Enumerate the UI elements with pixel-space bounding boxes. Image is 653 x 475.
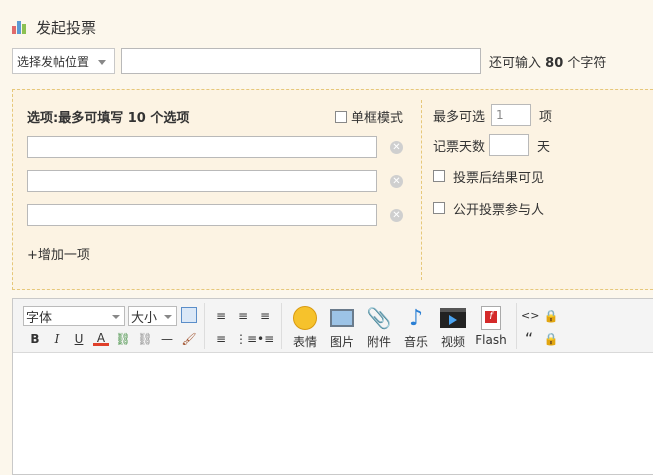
chevron-down-icon <box>98 60 106 65</box>
add-option-link[interactable]: +增加一项 <box>27 244 90 263</box>
format-brush-icon[interactable]: 🖌 <box>181 331 197 347</box>
flash-label: Flash <box>475 333 507 347</box>
video-label: 视频 <box>440 335 465 349</box>
post-position-select-label: 选择发帖位置 <box>17 54 90 69</box>
image-icon <box>324 305 360 331</box>
days-unit: 天 <box>537 139 551 155</box>
chevron-down-icon <box>112 315 120 319</box>
public-voters-toggle[interactable]: 公开投票参与人 <box>433 197 544 219</box>
option-input-2[interactable] <box>27 170 377 192</box>
align-left-icon[interactable]: ≡ <box>213 308 229 324</box>
subject-input[interactable] <box>121 48 481 74</box>
flash-icon: f <box>472 305 510 331</box>
underline-button[interactable]: U <box>71 331 87 347</box>
attachment-label: 附件 <box>366 335 391 349</box>
quote-button[interactable]: “ <box>521 331 537 347</box>
emoji-button[interactable]: 表情 <box>287 305 323 350</box>
max-choice-input[interactable]: 1 <box>491 104 532 126</box>
table-icon[interactable] <box>181 307 197 323</box>
font-size-label: 大小 <box>131 310 158 326</box>
post-position-select[interactable]: 选择发帖位置 <box>12 48 115 74</box>
max-choice-row: 最多可选 1 项 <box>433 104 552 126</box>
bar-chart-icon <box>12 20 28 34</box>
max-choice-unit: 项 <box>539 109 553 125</box>
bold-button[interactable]: B <box>27 331 43 347</box>
image-label: 图片 <box>329 335 354 349</box>
music-button[interactable]: ♪ 音乐 <box>398 305 434 350</box>
music-note-icon: ♪ <box>408 305 424 331</box>
toolbar-separator <box>204 303 205 349</box>
poll-options-panel: 选项:最多可填写 10 个选项 单框模式 ✕ ✕ ✕ +增加一项 最多可选 1 … <box>12 89 653 290</box>
toolbar-separator <box>516 303 517 349</box>
italic-button[interactable]: I <box>49 331 65 347</box>
font-family-label: 字体 <box>26 310 53 326</box>
smiley-icon <box>287 305 323 331</box>
char-counter-prefix: 还可输入 <box>489 55 542 71</box>
video-button[interactable]: 视频 <box>435 305 471 350</box>
rich-text-editor: 字体 大小 B I U A ⛓ ⛓ — 🖌 ≡ ≡ ≡ ≡ ⋮≡ •≡ 表情 图… <box>12 298 653 475</box>
align-center-icon[interactable]: ≡ <box>235 308 251 324</box>
max-choice-label: 最多可选 <box>433 109 486 125</box>
emoji-label: 表情 <box>292 335 317 349</box>
font-color-button[interactable]: A <box>93 330 109 346</box>
single-mode-checkbox[interactable] <box>335 110 347 123</box>
editor-toolbar: 字体 大小 B I U A ⛓ ⛓ — 🖌 ≡ ≡ ≡ ≡ ⋮≡ •≡ 表情 图… <box>13 299 653 353</box>
days-label: 记票天数 <box>433 139 486 155</box>
flash-button[interactable]: f Flash <box>472 305 510 347</box>
public-voters-label: 公开投票参与人 <box>453 202 545 218</box>
subject-row: 选择发帖位置 还可输入 80 个字符 <box>12 48 606 74</box>
option-row: ✕ <box>27 204 407 226</box>
link-icon[interactable]: ⛓ <box>115 331 131 347</box>
music-label: 音乐 <box>403 335 428 349</box>
single-mode-label: 单框模式 <box>351 111 404 126</box>
free-lock-icon[interactable]: 🔒 <box>543 331 559 347</box>
indent-icon[interactable]: ≡ <box>213 331 229 347</box>
visible-after-label: 投票后结果可见 <box>453 170 545 186</box>
option-row: ✕ <box>27 170 407 192</box>
days-row: 记票天数 天 <box>433 134 550 156</box>
align-right-icon[interactable]: ≡ <box>257 308 273 324</box>
char-counter: 还可输入 80 个字符 <box>489 52 606 71</box>
post-poll-header: 发起投票 <box>12 16 96 38</box>
unordered-list-icon[interactable]: •≡ <box>257 331 274 347</box>
visible-after-toggle[interactable]: 投票后结果可见 <box>433 165 544 187</box>
remove-option-icon[interactable]: ✕ <box>390 174 403 188</box>
option-input-1[interactable] <box>27 136 377 158</box>
options-column: 选项:最多可填写 10 个选项 单框模式 ✕ ✕ ✕ +增加一项 <box>27 107 407 263</box>
remove-option-icon[interactable]: ✕ <box>390 208 403 222</box>
days-input[interactable] <box>489 134 530 156</box>
char-counter-number: 80 <box>545 55 564 71</box>
option-row: ✕ <box>27 136 407 158</box>
ordered-list-icon[interactable]: ⋮≡ <box>235 331 257 347</box>
video-icon <box>435 305 471 331</box>
paperclip-icon: 📎 <box>366 306 392 330</box>
attachment-button[interactable]: 📎 附件 <box>361 305 397 350</box>
font-family-select[interactable]: 字体 <box>23 306 125 326</box>
code-button[interactable]: <> <box>521 308 539 324</box>
toolbar-separator <box>281 303 282 349</box>
editor-content-area[interactable] <box>13 353 653 474</box>
panel-divider <box>421 100 422 280</box>
chevron-down-icon <box>164 315 172 319</box>
char-counter-suffix: 个字符 <box>567 55 607 71</box>
remove-option-icon[interactable]: ✕ <box>390 140 403 154</box>
single-mode-toggle[interactable]: 单框模式 <box>335 107 403 126</box>
horizontal-rule-button[interactable]: — <box>159 331 175 347</box>
public-voters-checkbox[interactable] <box>433 202 445 214</box>
visible-after-checkbox[interactable] <box>433 170 445 182</box>
image-button[interactable]: 图片 <box>324 305 360 350</box>
page-title: 发起投票 <box>36 18 97 37</box>
unlink-icon[interactable]: ⛓ <box>137 331 153 347</box>
option-input-3[interactable] <box>27 204 377 226</box>
font-size-select[interactable]: 大小 <box>128 306 177 326</box>
lock-icon[interactable]: 🔒 <box>543 308 559 324</box>
